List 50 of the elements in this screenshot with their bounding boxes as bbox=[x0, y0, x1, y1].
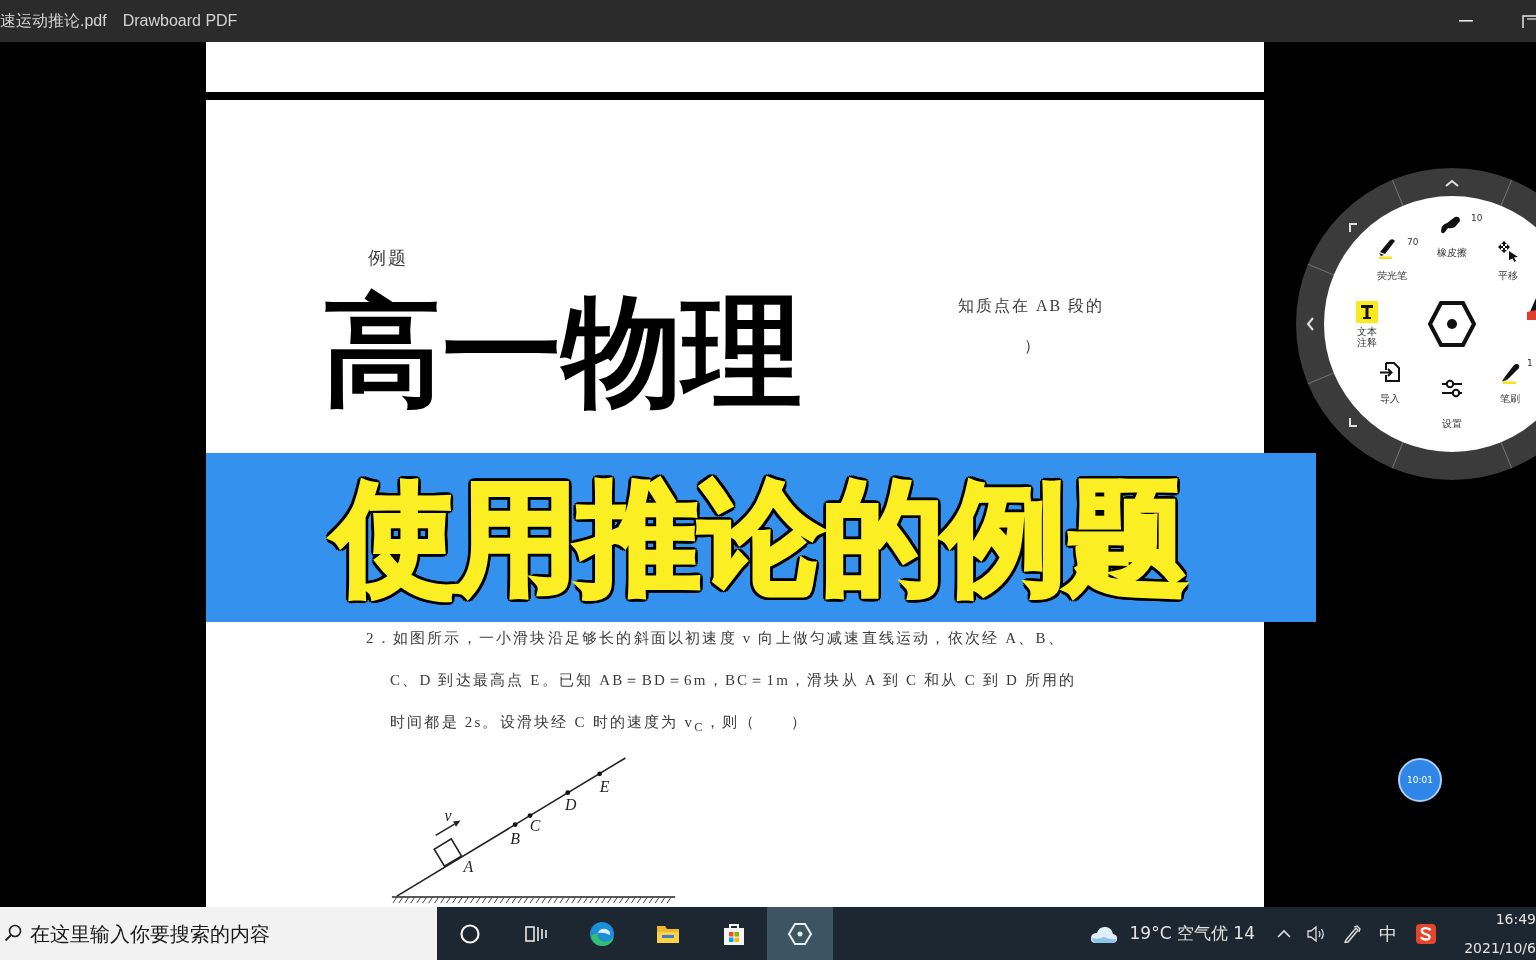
problem-text-line: C、D 到达最高点 E。已知 AB＝BD＝6m，BC＝1m，滑块从 A 到 C 和从 C 到 D 所用的 bbox=[390, 671, 1077, 690]
taskbar-app-button[interactable] bbox=[767, 907, 833, 960]
maximize-icon[interactable] bbox=[1522, 14, 1536, 28]
chevron-left-icon[interactable] bbox=[1306, 317, 1314, 331]
text-tool-icon[interactable] bbox=[1356, 301, 1378, 323]
highlighter-icon[interactable] bbox=[1376, 237, 1398, 259]
browser-swirl-icon bbox=[589, 920, 615, 947]
tool-size-value: 70 bbox=[1407, 237, 1419, 247]
tool-size-value: 1 bbox=[1527, 358, 1533, 368]
app-name: Drawboard PDF bbox=[122, 12, 238, 30]
partial-text-line: 知质点在 AB 段的 bbox=[958, 297, 1105, 315]
problem-text-line: 时间都是 2s。设滑块经 C 时的速度为 v$_{C}$，则（ ） bbox=[390, 713, 808, 736]
corner-bracket-icon[interactable] bbox=[1349, 417, 1358, 427]
tool-label: 平移 bbox=[1498, 270, 1518, 282]
input-method-indicator[interactable]: 中 bbox=[1379, 921, 1397, 946]
search-field[interactable]: 在这里输入你要搜索的内容 bbox=[0, 907, 437, 960]
velocity-label: v bbox=[444, 806, 452, 824]
point-label: C bbox=[529, 817, 541, 835]
timer-bubble[interactable]: 10:01 bbox=[1398, 758, 1442, 802]
problem-text-line: 2．如图所示，一小滑块沿足够长的斜面以初速度 v 向上做匀减速直线运动，依次经 A、B、 bbox=[366, 629, 1065, 648]
pen-icon[interactable] bbox=[1343, 924, 1361, 943]
search-icon bbox=[4, 924, 22, 942]
weather-text[interactable]: 19°C 空气优 14 bbox=[1129, 922, 1255, 945]
point-label: B bbox=[510, 830, 520, 848]
sliders-icon[interactable] bbox=[1441, 377, 1463, 399]
point-label: E bbox=[599, 777, 610, 795]
clock-time[interactable]: 16:49 bbox=[1495, 910, 1536, 928]
chevron-up-icon[interactable] bbox=[1445, 179, 1459, 187]
speaker-icon[interactable] bbox=[1307, 925, 1325, 942]
corner-bracket-icon[interactable] bbox=[1349, 223, 1358, 233]
import-file-icon[interactable] bbox=[1379, 361, 1401, 383]
hexagon-icon[interactable] bbox=[1428, 300, 1476, 348]
partial-text-line: ） bbox=[1024, 337, 1042, 355]
point-label: A bbox=[463, 858, 474, 876]
ime-logo-icon[interactable] bbox=[1416, 923, 1436, 944]
tool-label: 导入 bbox=[1380, 393, 1400, 405]
tool-label: 笔刷 bbox=[1500, 393, 1520, 405]
window-title: 速运动推论.pdf bbox=[0, 10, 107, 31]
tool-label: 荧光笔 bbox=[1377, 270, 1407, 282]
tool-label: 橡皮擦 bbox=[1437, 247, 1467, 259]
tool-label: 设置 bbox=[1442, 418, 1462, 430]
hexagon-icon bbox=[787, 920, 813, 947]
point-label: D bbox=[565, 795, 577, 813]
tool-size-value: 10 bbox=[1471, 213, 1483, 223]
section-heading: 例题 bbox=[368, 248, 408, 268]
tool-icon[interactable] bbox=[1527, 298, 1536, 320]
move-arrows-icon[interactable] bbox=[1497, 240, 1519, 262]
chevron-up-icon[interactable] bbox=[1277, 929, 1291, 938]
tool-label: 文本注释 bbox=[1356, 326, 1378, 348]
clock-date[interactable]: 2021/10/6 bbox=[1464, 939, 1536, 957]
